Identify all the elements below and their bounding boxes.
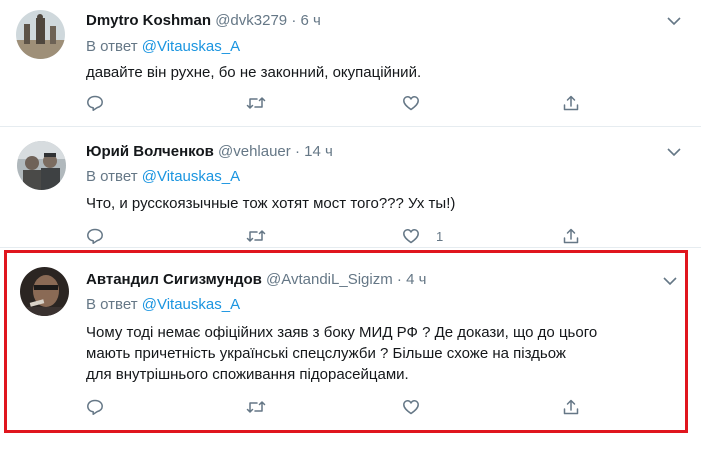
retweet-icon: [246, 230, 266, 242]
tweet-2[interactable]: Юрий Волченков @vehlauer · 14 ч В ответ …: [0, 127, 701, 247]
like-icon: [403, 96, 419, 111]
tweet-text: Что, и русскоязычные тож хотят мост того…: [86, 194, 455, 214]
like-button[interactable]: [402, 92, 436, 114]
tweet-text-line: Что, и русскоязычные тож хотят мост того…: [86, 195, 456, 212]
chevron-down-icon[interactable]: [665, 12, 683, 30]
share-button[interactable]: [562, 225, 580, 247]
author-handle[interactable]: @dvk3279: [215, 12, 287, 29]
timestamp[interactable]: 14 ч: [304, 143, 333, 160]
highlight-frame: [4, 250, 688, 433]
tweet-divider: [0, 247, 701, 248]
reply-prefix: В ответ: [86, 168, 138, 185]
share-button[interactable]: [562, 92, 580, 114]
reply-mention-link[interactable]: @Vitauskas_A: [142, 38, 240, 55]
like-count: 1: [436, 228, 444, 244]
author-name[interactable]: Юрий Волченков: [86, 143, 214, 160]
reply-icon: [87, 95, 103, 111]
reply-button[interactable]: [86, 92, 104, 114]
retweet-icon: [246, 97, 266, 109]
reply-mention-link[interactable]: @Vitauskas_A: [142, 168, 240, 185]
share-icon: [563, 228, 579, 244]
reply-prefix: В ответ: [86, 38, 138, 55]
separator-dot: ·: [294, 143, 300, 160]
reply-context: В ответ @Vitauskas_A: [86, 167, 240, 187]
tweet-1[interactable]: Dmytro Koshman @dvk3279 · 6 ч В ответ @V…: [0, 0, 701, 126]
author-name[interactable]: Dmytro Koshman: [86, 12, 211, 29]
avatar[interactable]: [16, 10, 65, 59]
reply-button[interactable]: [86, 225, 104, 247]
author-handle[interactable]: @vehlauer: [218, 143, 291, 160]
retweet-button[interactable]: [246, 225, 266, 247]
avatar[interactable]: [17, 141, 66, 190]
share-icon: [563, 95, 579, 111]
tweet-text-line: давайте він рухне, бо не законний, окупа…: [86, 64, 422, 81]
reply-icon: [87, 228, 103, 244]
retweet-button[interactable]: [246, 92, 266, 114]
like-icon: [403, 229, 419, 244]
like-button[interactable]: 1: [402, 225, 443, 247]
timestamp[interactable]: 6 ч: [301, 12, 321, 29]
tweet-text: давайте він рухне, бо не законний, окупа…: [86, 63, 421, 83]
separator-dot: ·: [291, 12, 297, 29]
reply-context: В ответ @Vitauskas_A: [86, 37, 240, 57]
action-bar: [86, 92, 586, 114]
action-bar: 1: [86, 225, 586, 247]
chevron-down-icon[interactable]: [665, 143, 683, 161]
